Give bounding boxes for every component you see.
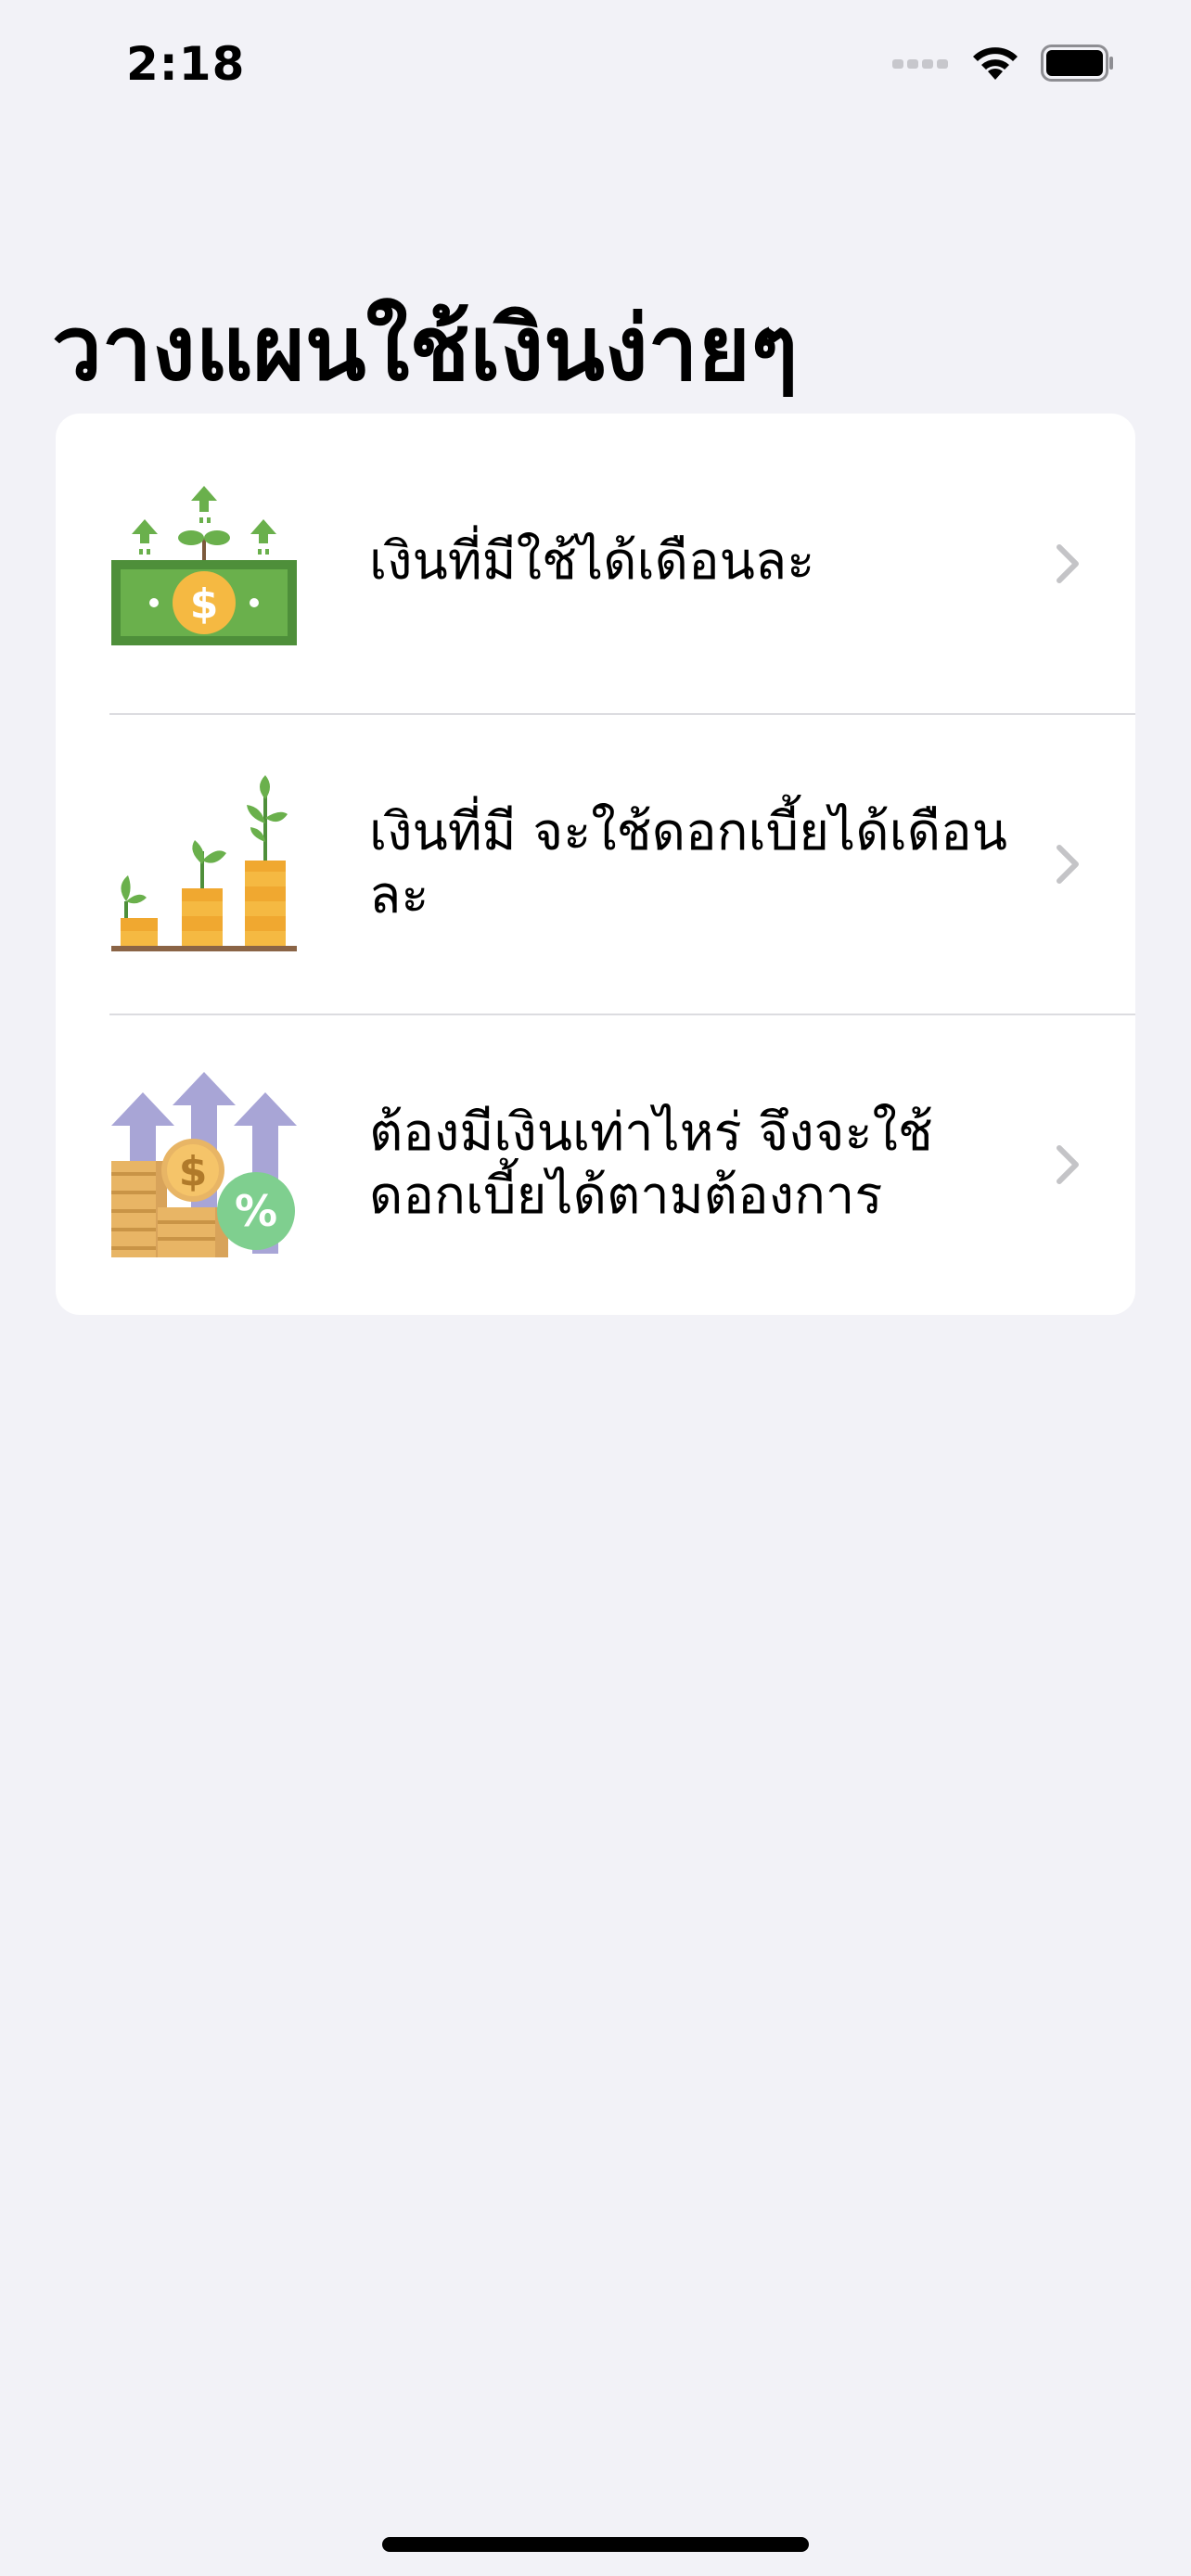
status-bar: 2:18 xyxy=(0,0,1191,130)
status-icons xyxy=(892,45,1115,82)
menu-item-required-savings[interactable]: $ % ต้องมีเงินเท่าไหร่ จึงจะใช้ดอกเบี้ยไ… xyxy=(56,1014,1135,1315)
battery-icon xyxy=(1041,45,1113,82)
page-title: วางแผนใช้เงินง่ายๆ xyxy=(52,297,799,401)
wifi-icon xyxy=(973,47,1018,80)
svg-text:$: $ xyxy=(179,1148,208,1195)
menu-item-interest-spending[interactable]: เงินที่มี จะใช้ดอกเบี้ยได้เดือนละ xyxy=(56,714,1135,1014)
svg-text:%: % xyxy=(235,1186,277,1236)
menu-item-label: เงินที่มี จะใช้ดอกเบี้ยได้เดือนละ xyxy=(369,802,1007,925)
svg-text:$: $ xyxy=(190,580,219,628)
home-indicator[interactable] xyxy=(382,2537,809,2552)
status-time: 2:18 xyxy=(126,37,246,91)
chevron-right-icon xyxy=(1057,1145,1079,1184)
menu-card: $ เงินที่มีใช้ได้เดือนละ เงินที่มี จะใช้… xyxy=(56,414,1135,1315)
cellular-signal-icon xyxy=(892,59,948,69)
interest-arrows-icon: $ % xyxy=(111,1072,297,1257)
menu-item-label: ต้องมีเงินเท่าไหร่ จึงจะใช้ดอกเบี้ยได้ตา… xyxy=(369,1103,933,1226)
money-growth-icon: $ xyxy=(111,486,297,645)
screen: 2:18 วางแผนใช้เงินง่ายๆ $ เงินที่มีใช้ได… xyxy=(0,0,1191,2576)
chevron-right-icon xyxy=(1057,845,1079,884)
chevron-right-icon xyxy=(1057,544,1079,583)
menu-item-label: เงินที่มีใช้ได้เดือนละ xyxy=(369,531,815,592)
coin-plants-icon xyxy=(111,775,297,951)
menu-item-monthly-spending[interactable]: $ เงินที่มีใช้ได้เดือนละ xyxy=(56,414,1135,714)
